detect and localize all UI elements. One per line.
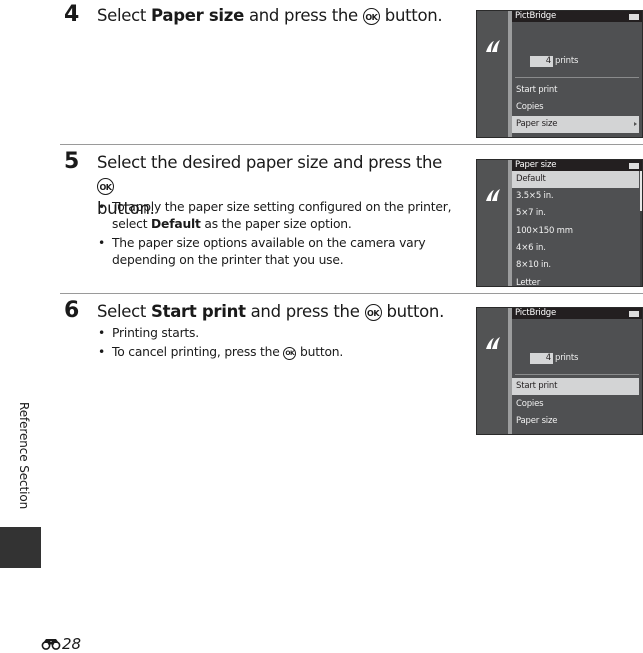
bullet-item: The paper size options available on the …	[97, 235, 452, 269]
menu-item-paper-size[interactable]: Paper size	[512, 413, 639, 430]
screen-title: PictBridge	[515, 11, 557, 21]
divider	[515, 374, 639, 375]
paper-option-default[interactable]: Default	[512, 171, 639, 188]
bullet-item: Printing starts.	[97, 325, 452, 342]
prints-count: 4 prints	[530, 56, 578, 67]
page-number: 28	[41, 635, 81, 653]
menu-item-copies[interactable]: Copies	[512, 99, 639, 116]
bullet-list: Printing starts. To cancel printing, pre…	[97, 325, 452, 363]
prints-label: prints	[555, 56, 579, 66]
section-tab	[0, 527, 41, 568]
step-title: Select Start print and press the OK butt…	[97, 300, 477, 323]
screen-title: Paper size	[515, 160, 557, 170]
screen-title-bar: PictBridge	[512, 11, 642, 22]
pictbridge-icon	[486, 189, 500, 201]
menu-item-start-print[interactable]: Start print	[512, 378, 639, 395]
paper-option-8x10[interactable]: 8×10 in.	[512, 257, 639, 274]
menu-item-label: Paper size	[516, 119, 558, 129]
menu-item-start-print[interactable]: Start print	[512, 82, 639, 99]
text: Select	[97, 302, 152, 321]
text: button.	[381, 302, 445, 321]
text: and press the	[245, 302, 365, 321]
menu-term: Start print	[151, 302, 246, 321]
text: Select the desired paper size and press …	[97, 153, 442, 172]
divider	[515, 77, 639, 78]
ok-button-icon: OK	[283, 347, 297, 360]
ok-button-icon: OK	[364, 304, 382, 321]
prints-count: 4 prints	[530, 353, 578, 364]
step-title: Select Paper size and press the OK butto…	[97, 4, 457, 27]
step-number: 6	[64, 298, 80, 323]
reference-section-icon	[41, 639, 61, 650]
divider	[60, 293, 643, 294]
step-number: 5	[64, 149, 80, 174]
prints-label: prints	[555, 353, 579, 363]
battery-icon	[629, 163, 639, 169]
screen-title-bar: PictBridge	[512, 308, 642, 319]
camera-screen-pictbridge: PictBridge 4 prints Start print Copies Pa…	[476, 10, 643, 138]
prints-value[interactable]: 4	[530, 353, 553, 364]
paper-option-letter[interactable]: Letter	[512, 275, 639, 286]
battery-icon	[629, 311, 639, 317]
pictbridge-icon	[486, 40, 500, 52]
step-number: 4	[64, 2, 80, 27]
divider	[60, 144, 643, 145]
prints-value[interactable]: 4	[530, 56, 553, 67]
bullet-list: To apply the paper size setting configur…	[97, 199, 452, 271]
bullet-item: To apply the paper size setting configur…	[97, 199, 452, 233]
text: button.	[379, 6, 443, 25]
paper-option-100x150[interactable]: 100×150 mm	[512, 223, 639, 240]
screen-title-bar: Paper size	[512, 160, 642, 171]
menu-item-paper-size[interactable]: Paper size	[512, 116, 639, 133]
menu-term: Paper size	[151, 6, 244, 25]
camera-screen-pictbridge-start: PictBridge 4 prints Start print Copies Pa…	[476, 307, 643, 435]
paper-option-5x7[interactable]: 5×7 in.	[512, 205, 639, 222]
pictbridge-icon	[486, 337, 500, 349]
paper-option-3-5x5[interactable]: 3.5×5 in.	[512, 188, 639, 205]
scrollbar-thumb[interactable]	[640, 171, 642, 211]
menu-item-copies[interactable]: Copies	[512, 396, 639, 413]
chevron-right-icon	[634, 122, 637, 126]
page-number-value: 28	[62, 635, 82, 653]
ok-button-icon: OK	[362, 8, 380, 25]
text: Select	[97, 6, 152, 25]
camera-screen-paper-size: Paper size Default 3.5×5 in. 5×7 in. 100…	[476, 159, 643, 287]
bullet-item: To cancel printing, press the OK button.	[97, 344, 452, 361]
text: and press the	[244, 6, 363, 25]
screen-title: PictBridge	[515, 308, 557, 318]
ok-button-icon: OK	[97, 178, 114, 195]
battery-icon	[629, 14, 639, 20]
section-label: Reference Section	[17, 402, 31, 510]
paper-option-4x6[interactable]: 4×6 in.	[512, 240, 639, 257]
